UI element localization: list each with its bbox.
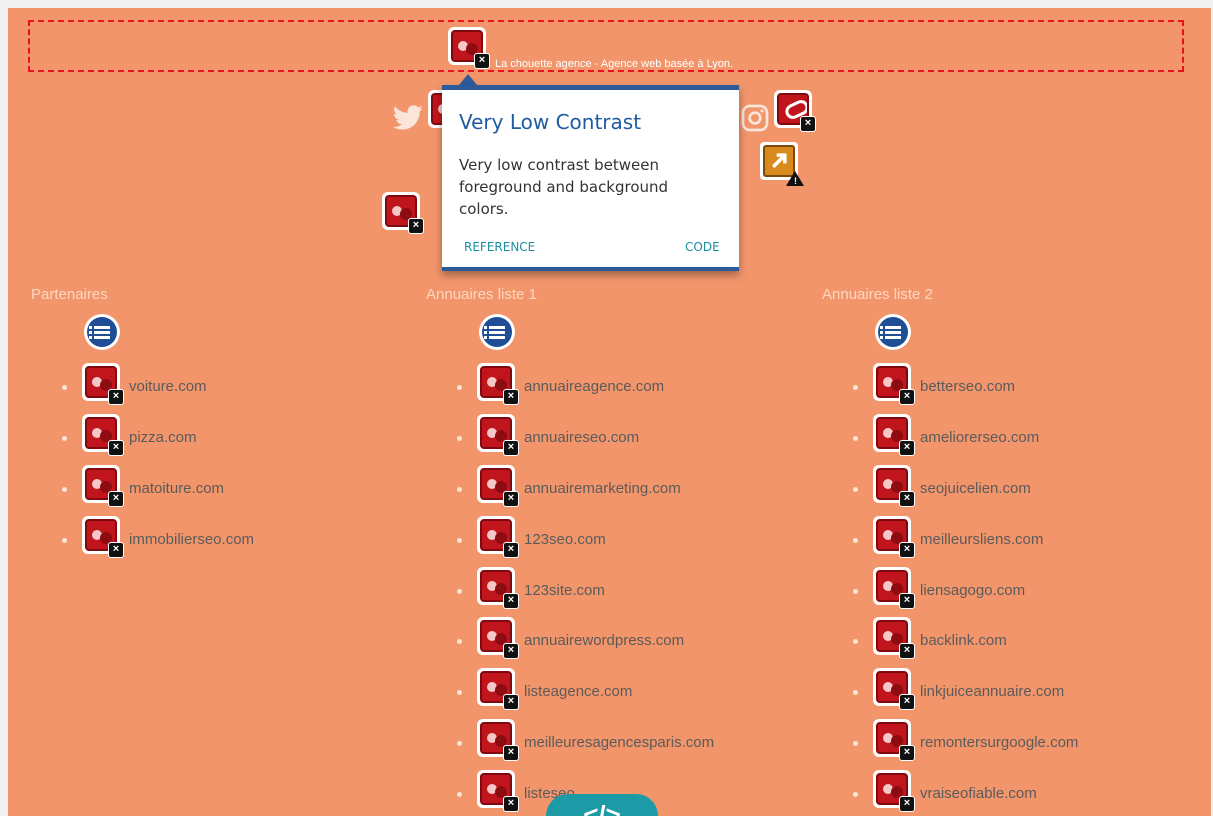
error-icon[interactable]: × <box>873 567 915 609</box>
page: × La chouette agence - Agence web basée … <box>8 8 1211 816</box>
error-icon[interactable]: × <box>82 516 124 558</box>
error-icon[interactable]: × <box>477 414 519 456</box>
list-item-link[interactable]: 123seo.com <box>524 531 606 548</box>
list-item-link[interactable]: matoiture.com <box>129 480 224 497</box>
error-icon[interactable]: × <box>477 363 519 405</box>
list-item[interactable]: × meilleursliens.com <box>853 516 1183 560</box>
error-icon[interactable]: × <box>82 414 124 456</box>
error-icon[interactable]: × <box>477 770 519 812</box>
twitter-icon[interactable] <box>392 102 424 134</box>
reference-link[interactable]: REFERENCE <box>464 240 535 254</box>
list-item-link[interactable]: remontersurgoogle.com <box>920 734 1078 751</box>
banner-text: La chouette agence - Agence web basée à … <box>495 58 734 70</box>
list-item-link[interactable]: ameliorerseo.com <box>920 429 1039 446</box>
list-item-link[interactable]: 123site.com <box>524 582 605 599</box>
error-icon[interactable]: × <box>477 516 519 558</box>
list-item-link[interactable]: seojuicelien.com <box>920 480 1031 497</box>
error-icon[interactable]: × <box>477 567 519 609</box>
list-item[interactable]: × seojuicelien.com <box>853 465 1183 509</box>
list-item[interactable]: × vraiseofiable.com <box>853 770 1183 814</box>
list-item-link[interactable]: backlink.com <box>920 632 1007 649</box>
error-icon[interactable]: × <box>82 363 124 405</box>
list-item[interactable]: × pizza.com <box>62 414 362 458</box>
list-structure-icon[interactable] <box>84 314 120 350</box>
redirect-warning-icon[interactable]: ! <box>760 142 804 186</box>
list-item[interactable]: × betterseo.com <box>853 363 1183 407</box>
list-item-link[interactable]: liensagogo.com <box>920 582 1025 599</box>
list-item[interactable]: × backlink.com <box>853 617 1183 661</box>
error-icon[interactable]: × <box>873 363 915 405</box>
list-item[interactable]: × matoiture.com <box>62 465 362 509</box>
list-item[interactable]: × 123seo.com <box>457 516 787 560</box>
broken-link-icon[interactable]: × <box>774 90 816 132</box>
column-heading-annuaires-2: Annuaires liste 2 <box>822 286 933 303</box>
list-item-link[interactable]: annuaireagence.com <box>524 378 664 395</box>
list-item[interactable]: × ameliorerseo.com <box>853 414 1183 458</box>
list-item-link[interactable]: meilleuresagencesparis.com <box>524 734 714 751</box>
instagram-icon[interactable] <box>739 102 771 134</box>
popup-description: Very low contrast between foreground and… <box>459 156 669 218</box>
list-item[interactable]: × liensagogo.com <box>853 567 1183 611</box>
error-icon[interactable]: × <box>873 719 915 761</box>
error-icon[interactable]: × <box>82 465 124 507</box>
column-heading-partenaires: Partenaires <box>31 286 108 303</box>
list-item[interactable]: × annuairemarketing.com <box>457 465 787 509</box>
error-icon[interactable]: × <box>873 465 915 507</box>
list-item[interactable]: × linkjuiceannuaire.com <box>853 668 1183 712</box>
popup-arrow <box>459 74 477 85</box>
list-item[interactable]: × annuaireseo.com <box>457 414 787 458</box>
error-icon[interactable]: × <box>477 465 519 507</box>
list-item[interactable]: × annuairewordpress.com <box>457 617 787 661</box>
list-item-link[interactable]: immobilierseo.com <box>129 531 254 548</box>
error-icon[interactable]: × <box>448 27 490 69</box>
list-item-link[interactable]: linkjuiceannuaire.com <box>920 683 1064 700</box>
list-item-link[interactable]: annuairemarketing.com <box>524 480 681 497</box>
list-item-link[interactable]: vraiseofiable.com <box>920 785 1037 802</box>
list-structure-icon[interactable] <box>875 314 911 350</box>
list-item[interactable]: × immobilierseo.com <box>62 516 362 560</box>
code-toggle-button[interactable]: </> <box>546 794 658 816</box>
list-item-link[interactable]: voiture.com <box>129 378 207 395</box>
list-item-link[interactable]: pizza.com <box>129 429 197 446</box>
error-icon[interactable]: × <box>477 668 519 710</box>
contrast-popup: Very Low Contrast Very low contrast betw… <box>442 85 739 271</box>
list-item[interactable]: × remontersurgoogle.com <box>853 719 1183 763</box>
popup-title: Very Low Contrast <box>459 110 642 134</box>
list-item-link[interactable]: listeagence.com <box>524 683 632 700</box>
error-icon[interactable]: × <box>382 192 424 234</box>
list-item-link[interactable]: annuairewordpress.com <box>524 632 684 649</box>
list-item-link[interactable]: betterseo.com <box>920 378 1015 395</box>
code-link[interactable]: CODE <box>685 240 720 254</box>
error-icon[interactable]: × <box>873 770 915 812</box>
list-item[interactable]: × meilleuresagencesparis.com <box>457 719 787 763</box>
list-item[interactable]: × listeagence.com <box>457 668 787 712</box>
list-item[interactable]: × 123site.com <box>457 567 787 611</box>
error-icon[interactable]: × <box>873 414 915 456</box>
list-item[interactable]: × voiture.com <box>62 363 362 407</box>
list-item-link[interactable]: annuaireseo.com <box>524 429 639 446</box>
list-item[interactable]: × annuaireagence.com <box>457 363 787 407</box>
error-icon[interactable]: × <box>873 617 915 659</box>
error-icon[interactable]: × <box>873 516 915 558</box>
error-icon[interactable]: × <box>477 719 519 761</box>
error-icon[interactable]: × <box>477 617 519 659</box>
error-icon[interactable]: × <box>873 668 915 710</box>
column-heading-annuaires-1: Annuaires liste 1 <box>426 286 537 303</box>
list-structure-icon[interactable] <box>479 314 515 350</box>
list-item-link[interactable]: meilleursliens.com <box>920 531 1043 548</box>
